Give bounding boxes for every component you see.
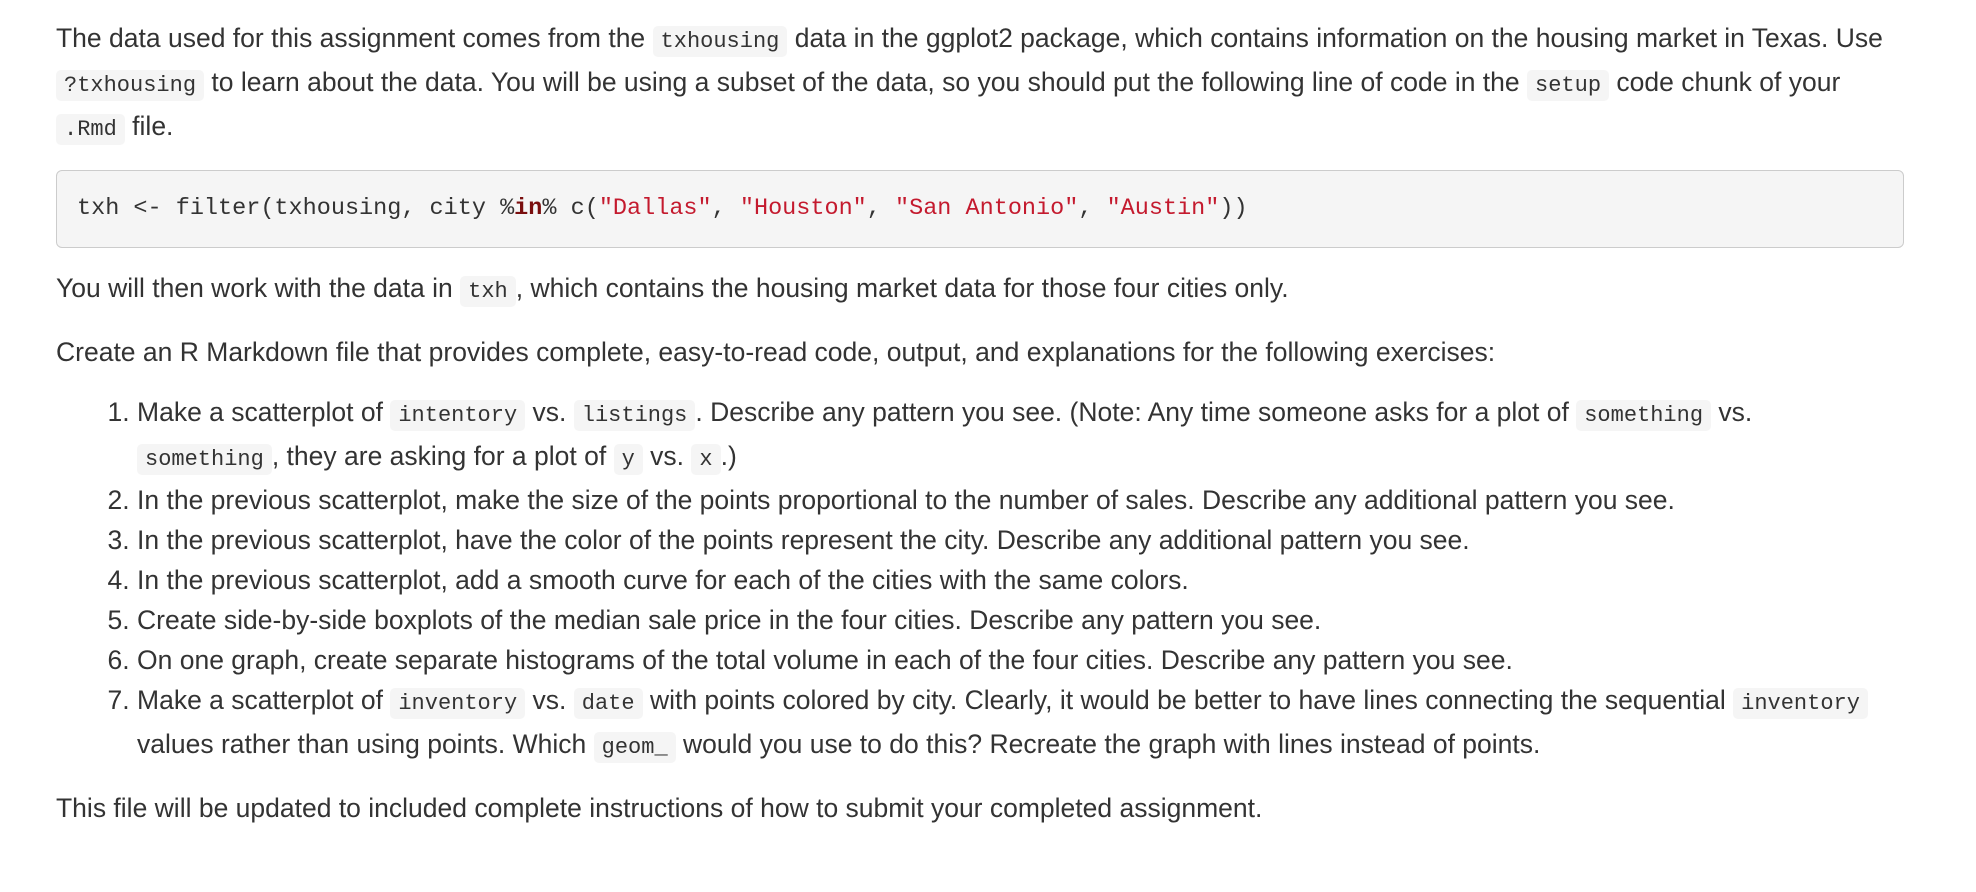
inline-code: .Rmd [56, 114, 125, 145]
txh-paragraph: You will then work with the data in txh,… [56, 268, 1896, 312]
inline-code: inventory [390, 688, 526, 719]
inline-code: inventory [1733, 688, 1868, 719]
inline-code: something [137, 444, 272, 475]
document-body: The data used for this assignment comes … [56, 18, 1904, 848]
exercise-item: Make a scatterplot of intentory vs. list… [137, 392, 1896, 480]
inline-code: geom_ [593, 732, 676, 763]
intro-paragraph: The data used for this assignment comes … [56, 18, 1896, 150]
inline-code: y [613, 444, 643, 475]
code-chunk[interactable]: txh <- filter(txhousing, city %in% c("Da… [56, 170, 1904, 248]
exercise-item: In the previous scatterplot, make the si… [137, 480, 1896, 520]
code-string: "San Antonio" [895, 195, 1079, 222]
inline-code: x [691, 444, 721, 475]
inline-code: date [573, 688, 643, 719]
code-string: "Houston" [739, 195, 867, 222]
inline-code: txh [460, 276, 516, 307]
inline-code: txhousing [652, 26, 788, 57]
code-string: "Austin" [1106, 195, 1220, 222]
exercise-item: In the previous scatterplot, add a smoot… [137, 560, 1896, 600]
exercise-item: In the previous scatterplot, have the co… [137, 520, 1896, 560]
inline-code: intentory [390, 400, 526, 431]
closing-paragraph: This file will be updated to included co… [56, 793, 1263, 823]
code-string: "Dallas" [598, 195, 712, 222]
exercise-item: On one graph, create separate histograms… [137, 640, 1896, 680]
inline-code: setup [1527, 70, 1610, 101]
inline-code: listings [573, 400, 696, 431]
instructions-paragraph: Create an R Markdown file that provides … [56, 337, 1496, 367]
exercise-item: Create side-by-side boxplots of the medi… [137, 600, 1896, 640]
exercise-item: Make a scatterplot of inventory vs. date… [137, 680, 1896, 768]
exercise-list: Make a scatterplot of intentory vs. list… [56, 392, 1896, 768]
inline-code: something [1576, 400, 1712, 431]
code-keyword: in [514, 195, 543, 222]
inline-code: ?txhousing [56, 70, 205, 101]
